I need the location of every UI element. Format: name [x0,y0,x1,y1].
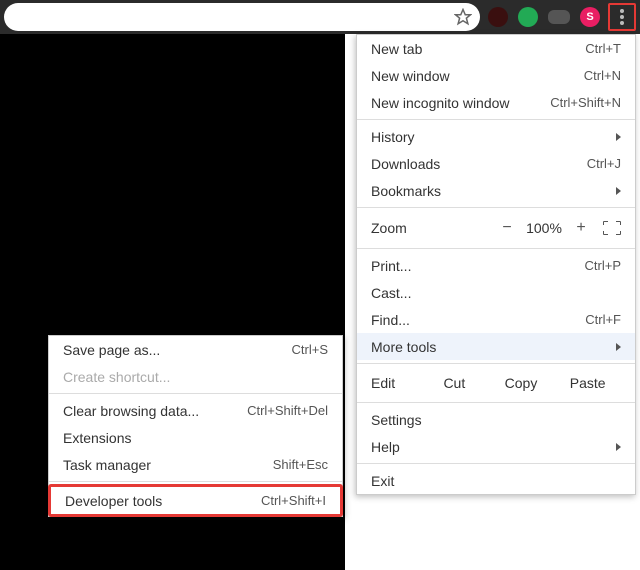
menu-shortcut: Ctrl+Shift+N [550,95,621,110]
menu-help[interactable]: Help [357,433,635,460]
menu-label: Developer tools [65,493,162,509]
submenu-clear-browsing-data[interactable]: Clear browsing data... Ctrl+Shift+Del [49,397,342,424]
zoom-label: Zoom [371,220,493,236]
menu-new-window[interactable]: New window Ctrl+N [357,62,635,89]
menu-label: Clear browsing data... [63,403,199,419]
menu-label: Task manager [63,457,151,473]
menu-label: Help [371,439,400,455]
menu-separator [357,119,635,120]
submenu-extensions[interactable]: Extensions [49,424,342,451]
menu-shortcut: Ctrl+J [587,156,621,171]
menu-new-incognito[interactable]: New incognito window Ctrl+Shift+N [357,89,635,116]
zoom-value: 100% [521,220,567,236]
menu-label: New incognito window [371,95,510,111]
more-tools-submenu: Save page as... Ctrl+S Create shortcut..… [48,335,343,517]
submenu-create-shortcut: Create shortcut... [49,363,342,390]
menu-new-tab[interactable]: New tab Ctrl+T [357,35,635,62]
zoom-in-button[interactable]: + [567,219,595,237]
menu-label: Exit [371,473,394,489]
menu-separator [357,363,635,364]
kebab-menu-icon[interactable] [620,9,624,25]
menu-label: Bookmarks [371,183,441,199]
menu-print[interactable]: Print... Ctrl+P [357,252,635,279]
menu-label: Save page as... [63,342,160,358]
menu-more-tools[interactable]: More tools [357,333,635,360]
chevron-right-icon [616,443,621,451]
menu-find[interactable]: Find... Ctrl+F [357,306,635,333]
menu-separator [357,463,635,464]
extension-icon-3[interactable] [548,10,570,24]
extension-icon-2[interactable] [518,7,538,27]
menu-exit[interactable]: Exit [357,467,635,494]
address-bar[interactable] [4,3,480,31]
menu-shortcut: Ctrl+Shift+Del [247,403,328,418]
menu-shortcut: Shift+Esc [273,457,328,472]
chevron-right-icon [616,133,621,141]
menu-zoom: Zoom − 100% + [357,211,635,245]
extension-icons: S [480,7,608,27]
profile-avatar[interactable]: S [580,7,600,27]
menu-shortcut: Ctrl+P [585,258,621,273]
chrome-main-menu: New tab Ctrl+T New window Ctrl+N New inc… [356,34,636,495]
browser-toolbar: S [0,0,640,34]
menu-shortcut: Ctrl+F [585,312,621,327]
menu-label: More tools [371,339,436,355]
menu-history[interactable]: History [357,123,635,150]
menu-label: New window [371,68,450,84]
menu-label: Print... [371,258,411,274]
paste-button[interactable]: Paste [554,375,621,391]
extension-icon-1[interactable] [488,7,508,27]
menu-label: Cast... [371,285,411,301]
copy-button[interactable]: Copy [488,375,555,391]
menu-label: Settings [371,412,422,428]
menu-label: Downloads [371,156,440,172]
menu-label: Extensions [63,430,131,446]
menu-label: Find... [371,312,410,328]
menu-shortcut: Ctrl+N [584,68,621,83]
chevron-right-icon [616,343,621,351]
chevron-right-icon [616,187,621,195]
menu-downloads[interactable]: Downloads Ctrl+J [357,150,635,177]
zoom-out-button[interactable]: − [493,219,521,237]
menu-bookmarks[interactable]: Bookmarks [357,177,635,204]
menu-separator [49,393,342,394]
menu-edit-row: Edit Cut Copy Paste [357,367,635,399]
menu-cast[interactable]: Cast... [357,279,635,306]
menu-separator [357,248,635,249]
submenu-developer-tools[interactable]: Developer tools Ctrl+Shift+I [51,487,340,514]
menu-label: Create shortcut... [63,369,170,385]
developer-tools-highlight: Developer tools Ctrl+Shift+I [48,484,343,517]
fullscreen-icon[interactable] [603,221,621,235]
menu-label: New tab [371,41,422,57]
submenu-task-manager[interactable]: Task manager Shift+Esc [49,451,342,478]
cut-button[interactable]: Cut [421,375,488,391]
menu-settings[interactable]: Settings [357,406,635,433]
menu-separator [357,207,635,208]
bookmark-star-icon[interactable] [454,8,472,26]
edit-label: Edit [371,375,421,391]
menu-label: History [371,129,415,145]
submenu-save-page[interactable]: Save page as... Ctrl+S [49,336,342,363]
menu-shortcut: Ctrl+S [292,342,328,357]
menu-shortcut: Ctrl+Shift+I [261,493,326,508]
menu-separator [357,402,635,403]
menu-shortcut: Ctrl+T [585,41,621,56]
chrome-menu-button-highlight [608,3,636,31]
menu-separator [49,481,342,482]
